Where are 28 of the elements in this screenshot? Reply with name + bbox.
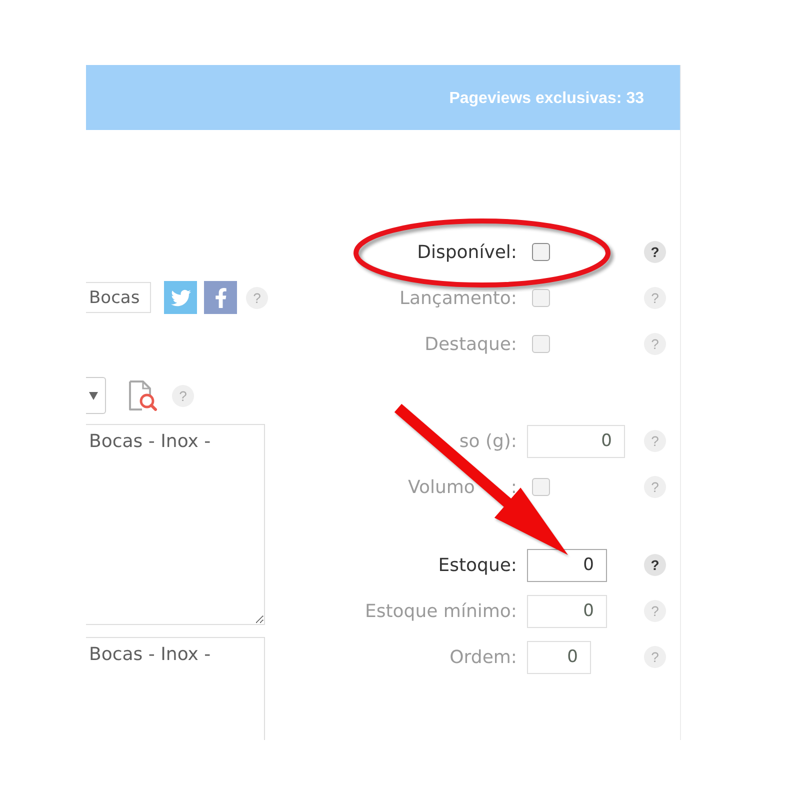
twitter-icon[interactable] bbox=[164, 281, 197, 314]
help-button[interactable]: ? bbox=[644, 241, 666, 263]
pageviews-count: Pageviews exclusivas: 33 bbox=[449, 90, 644, 108]
field-label: Ordem: bbox=[450, 646, 517, 668]
help-button[interactable]: ? bbox=[644, 554, 666, 576]
number-field[interactable]: 0 bbox=[527, 548, 607, 582]
checkbox[interactable] bbox=[532, 335, 550, 353]
field-label: Lançamento: bbox=[399, 288, 517, 308]
field-label: Destaque: bbox=[424, 334, 517, 354]
checkbox[interactable] bbox=[532, 289, 550, 307]
checkbox[interactable] bbox=[532, 478, 550, 496]
text-field[interactable]: Bocas bbox=[86, 282, 151, 313]
text-area[interactable]: Bocas - Inox - bbox=[86, 424, 265, 625]
number-field[interactable]: 0 bbox=[527, 424, 625, 458]
field-label: Volumo bbox=[408, 476, 475, 498]
field-label: Disponível: bbox=[417, 242, 517, 262]
number-field[interactable]: 0 bbox=[527, 594, 607, 628]
checkbox[interactable] bbox=[532, 243, 550, 261]
caret-icon bbox=[89, 392, 98, 400]
file-search-icon[interactable] bbox=[128, 380, 157, 411]
select-field[interactable] bbox=[86, 377, 106, 414]
field-label: Estoque: bbox=[438, 554, 517, 576]
field-label: so (g): bbox=[459, 430, 517, 452]
field-label: Estoque mínimo: bbox=[364, 600, 517, 622]
number-field[interactable]: 0 bbox=[527, 640, 591, 674]
colon-text: : bbox=[510, 476, 517, 498]
text-area[interactable]: Bocas - Inox - bbox=[86, 637, 265, 740]
facebook-icon[interactable] bbox=[204, 281, 237, 314]
